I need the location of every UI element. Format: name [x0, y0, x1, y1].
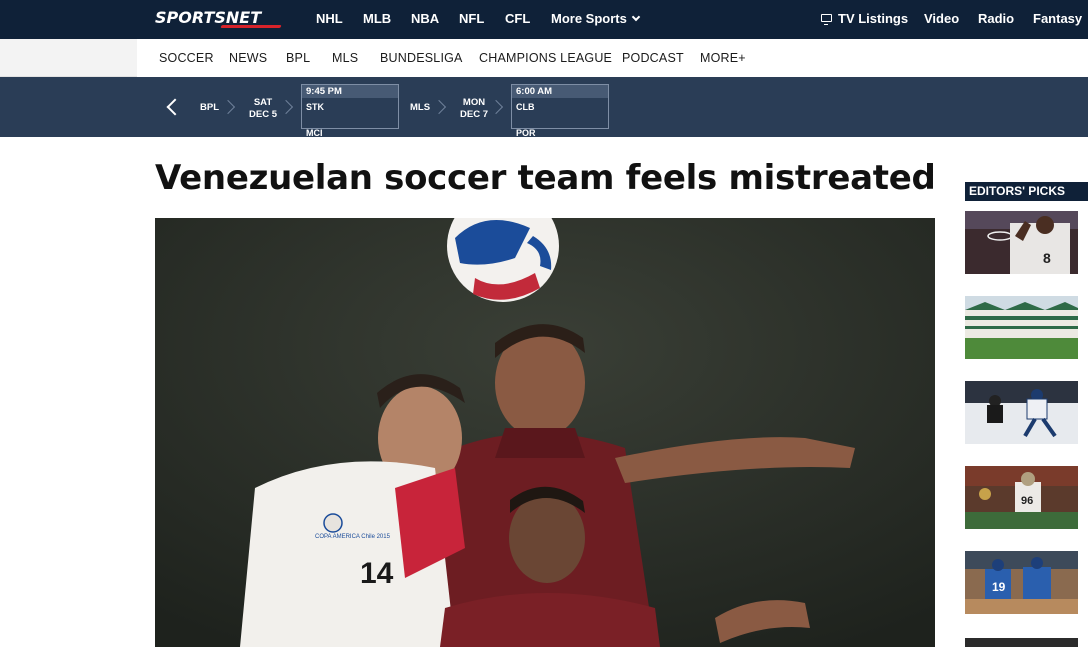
score-date-bpl: SAT DEC 5: [248, 97, 278, 121]
editors-pick-thumbnail-4[interactable]: 96: [965, 466, 1078, 529]
score-card-clb-por[interactable]: 6:00 AM CLB POR: [511, 84, 609, 138]
hero-jersey-number: 14: [360, 557, 394, 590]
nav-cfl[interactable]: CFL: [505, 11, 530, 26]
nav-tv-listings-label: TV Listings: [838, 11, 909, 26]
article-headline: Venezuelan soccer team feels mistreated: [155, 158, 936, 198]
nav-mlb[interactable]: MLB: [363, 11, 391, 26]
nav-nfl[interactable]: NFL: [459, 11, 484, 26]
editors-pick-thumbnail-1[interactable]: 8: [965, 211, 1078, 274]
chevron-right-icon: [225, 97, 235, 117]
pick-jersey-number: 8: [1043, 250, 1051, 266]
score-time: 9:45 PM: [302, 85, 398, 98]
pick-image-stadium: [965, 296, 1078, 359]
pick-image-football: 96: [965, 466, 1078, 529]
pick-image-basketball: 8: [965, 211, 1078, 274]
subnav-more[interactable]: MORE+: [700, 51, 746, 65]
scores-bar: BPL SAT DEC 5 9:45 PM STK MCI MLS MON DE…: [0, 77, 1088, 138]
pick-image-baseball: 19: [965, 551, 1078, 614]
nav-more-sports[interactable]: More Sports: [551, 11, 641, 26]
score-day: SAT: [253, 97, 273, 108]
nav-fantasy[interactable]: Fantasy: [1033, 11, 1082, 26]
hero-photo: 14 COPA AMERICA Chile 2015: [155, 218, 935, 647]
chevron-down-icon: [631, 12, 641, 22]
tv-icon: [821, 14, 832, 25]
chevron-right-icon: [283, 97, 293, 117]
chevron-right-icon: [493, 97, 503, 117]
score-team-home: CLB: [516, 102, 535, 112]
sportsnet-logo[interactable]: SPORTSNET: [155, 8, 282, 30]
pick-jays-number: 19: [992, 580, 1006, 594]
editors-pick-thumbnail-3[interactable]: [965, 381, 1078, 444]
editors-pick-thumbnail-5[interactable]: 19: [965, 551, 1078, 614]
nav-tv-listings[interactable]: TV Listings: [821, 11, 908, 26]
editors-pick-thumbnail-6[interactable]: [965, 636, 1078, 647]
subnav-soccer[interactable]: SOCCER: [159, 51, 214, 65]
score-team-home: STK: [306, 102, 324, 112]
subnav-bundesliga[interactable]: BUNDESLIGA: [380, 51, 463, 65]
pick-image-partial: [965, 638, 1078, 647]
subnav-bpl[interactable]: BPL: [286, 51, 310, 65]
score-time: 6:00 AM: [512, 85, 608, 98]
editors-picks-heading: EDITORS' PICKS: [965, 182, 1088, 201]
score-date-mls: MON DEC 7: [459, 97, 489, 121]
subnav-champions-league[interactable]: CHAMPIONS LEAGUE: [479, 51, 612, 65]
chevron-right-icon: [436, 97, 446, 117]
article-hero-image[interactable]: 14 COPA AMERICA Chile 2015: [155, 218, 935, 647]
nav-more-sports-label: More Sports: [551, 11, 627, 26]
nav-radio[interactable]: Radio: [978, 11, 1014, 26]
score-date: DEC 7: [460, 109, 488, 120]
pick-scoreboard-number: 96: [1021, 495, 1033, 507]
score-card-stk-mci[interactable]: 9:45 PM STK MCI: [301, 84, 399, 138]
score-league-bpl: BPL: [200, 102, 219, 113]
nav-nba[interactable]: NBA: [411, 11, 439, 26]
section-navigation: SOCCER NEWS BPL MLS BUNDESLIGA CHAMPIONS…: [0, 39, 1088, 77]
top-navigation: SPORTSNET NHL MLB NBA NFL CFL More Sport…: [0, 0, 1088, 39]
score-date: DEC 5: [249, 109, 277, 120]
subnav-news[interactable]: NEWS: [229, 51, 267, 65]
subnav-podcast[interactable]: PODCAST: [622, 51, 684, 65]
editors-pick-thumbnail-2[interactable]: [965, 296, 1078, 359]
nav-video[interactable]: Video: [924, 11, 959, 26]
score-day: MON: [462, 97, 486, 108]
score-league-mls: MLS: [410, 102, 431, 113]
logo-swoosh: [220, 25, 282, 28]
nav-nhl[interactable]: NHL: [316, 11, 343, 26]
hero-badge-text: COPA AMERICA Chile 2015: [315, 534, 391, 540]
score-team-away: MCI: [306, 128, 323, 138]
pick-image-hockey: [965, 381, 1078, 444]
section-navigation-bar: SOCCER NEWS BPL MLS BUNDESLIGA CHAMPIONS…: [137, 39, 1088, 77]
score-team-away: POR: [516, 128, 536, 138]
subnav-mls[interactable]: MLS: [332, 51, 358, 65]
chevron-left-icon[interactable]: [165, 97, 179, 117]
